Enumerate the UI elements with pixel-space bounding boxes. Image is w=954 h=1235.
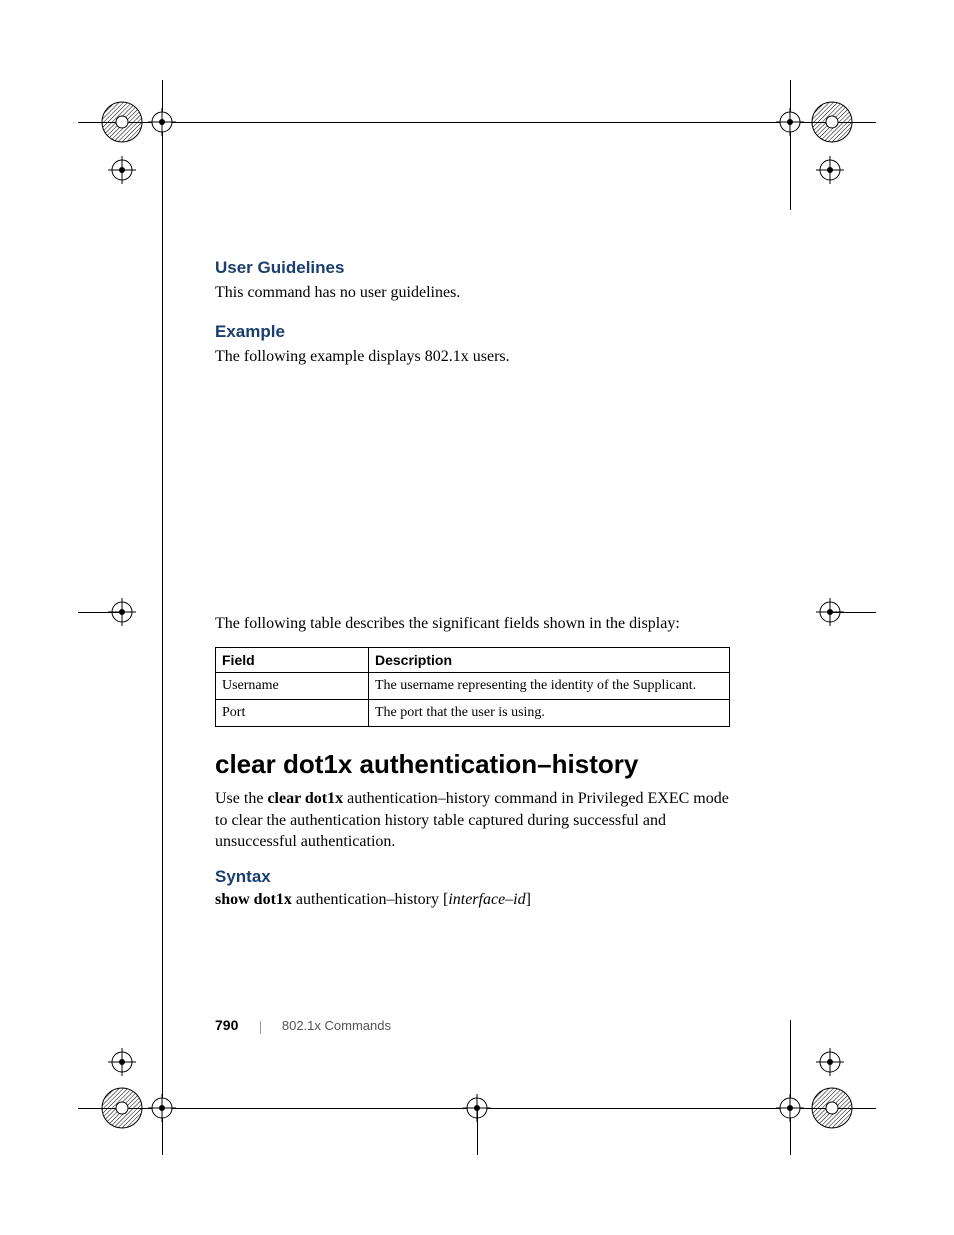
text-user-guidelines: This command has no user guidelines.: [215, 282, 735, 304]
th-field: Field: [216, 648, 369, 673]
syntax-end: ]: [526, 891, 531, 908]
crosshair-icon: [108, 156, 136, 184]
crop-line-right-top: [790, 80, 791, 210]
registration-mark-icon: [100, 1086, 144, 1130]
syntax-bold: show dot1x: [215, 891, 292, 908]
crosshair-icon: [108, 1048, 136, 1076]
table-row: Port The port that the user is using.: [216, 700, 730, 727]
crosshair-icon: [148, 1094, 176, 1122]
example-output-placeholder: [215, 385, 735, 615]
chapter-name: 802.1x Commands: [282, 1018, 391, 1033]
footer-separator: [260, 1021, 261, 1034]
th-description: Description: [369, 648, 730, 673]
page-number: 790: [215, 1017, 238, 1033]
crosshair-icon: [776, 1094, 804, 1122]
crop-line-top: [78, 122, 876, 123]
crosshair-icon: [776, 108, 804, 136]
syntax-line: show dot1x authentication–history [inter…: [215, 891, 735, 909]
registration-mark-icon: [810, 100, 854, 144]
field-description-table: Field Description Username The username …: [215, 647, 730, 727]
page-content: User Guidelines This command has no user…: [215, 258, 735, 909]
crop-tick: [832, 612, 876, 613]
usage-pre: Use the: [215, 790, 267, 807]
registration-mark-icon: [810, 1086, 854, 1130]
table-intro-text: The following table describes the signif…: [215, 615, 735, 633]
cell-field: Username: [216, 673, 369, 700]
crop-line-left: [162, 80, 163, 1155]
command-title: clear dot1x authentication–history: [215, 749, 735, 780]
heading-syntax: Syntax: [215, 867, 735, 887]
page-footer: 790 802.1x Commands: [215, 1017, 391, 1034]
cell-description: The port that the user is using.: [369, 700, 730, 727]
heading-example: Example: [215, 322, 735, 342]
crop-tick: [477, 1110, 478, 1155]
syntax-mid: authentication–history [: [292, 891, 448, 908]
crop-line-right-bottom: [790, 1020, 791, 1155]
table-header-row: Field Description: [216, 648, 730, 673]
crop-tick: [78, 612, 122, 613]
crosshair-icon: [816, 156, 844, 184]
cell-field: Port: [216, 700, 369, 727]
cell-description: The username representing the identity o…: [369, 673, 730, 700]
crosshair-icon: [816, 1048, 844, 1076]
usage-bold: clear dot1x: [267, 790, 343, 807]
text-example: The following example displays 802.1x us…: [215, 346, 735, 368]
command-usage: Use the clear dot1x authentication–histo…: [215, 788, 735, 853]
syntax-italic: interface–id: [448, 891, 525, 908]
registration-mark-icon: [100, 100, 144, 144]
crosshair-icon: [148, 108, 176, 136]
table-row: Username The username representing the i…: [216, 673, 730, 700]
heading-user-guidelines: User Guidelines: [215, 258, 735, 278]
